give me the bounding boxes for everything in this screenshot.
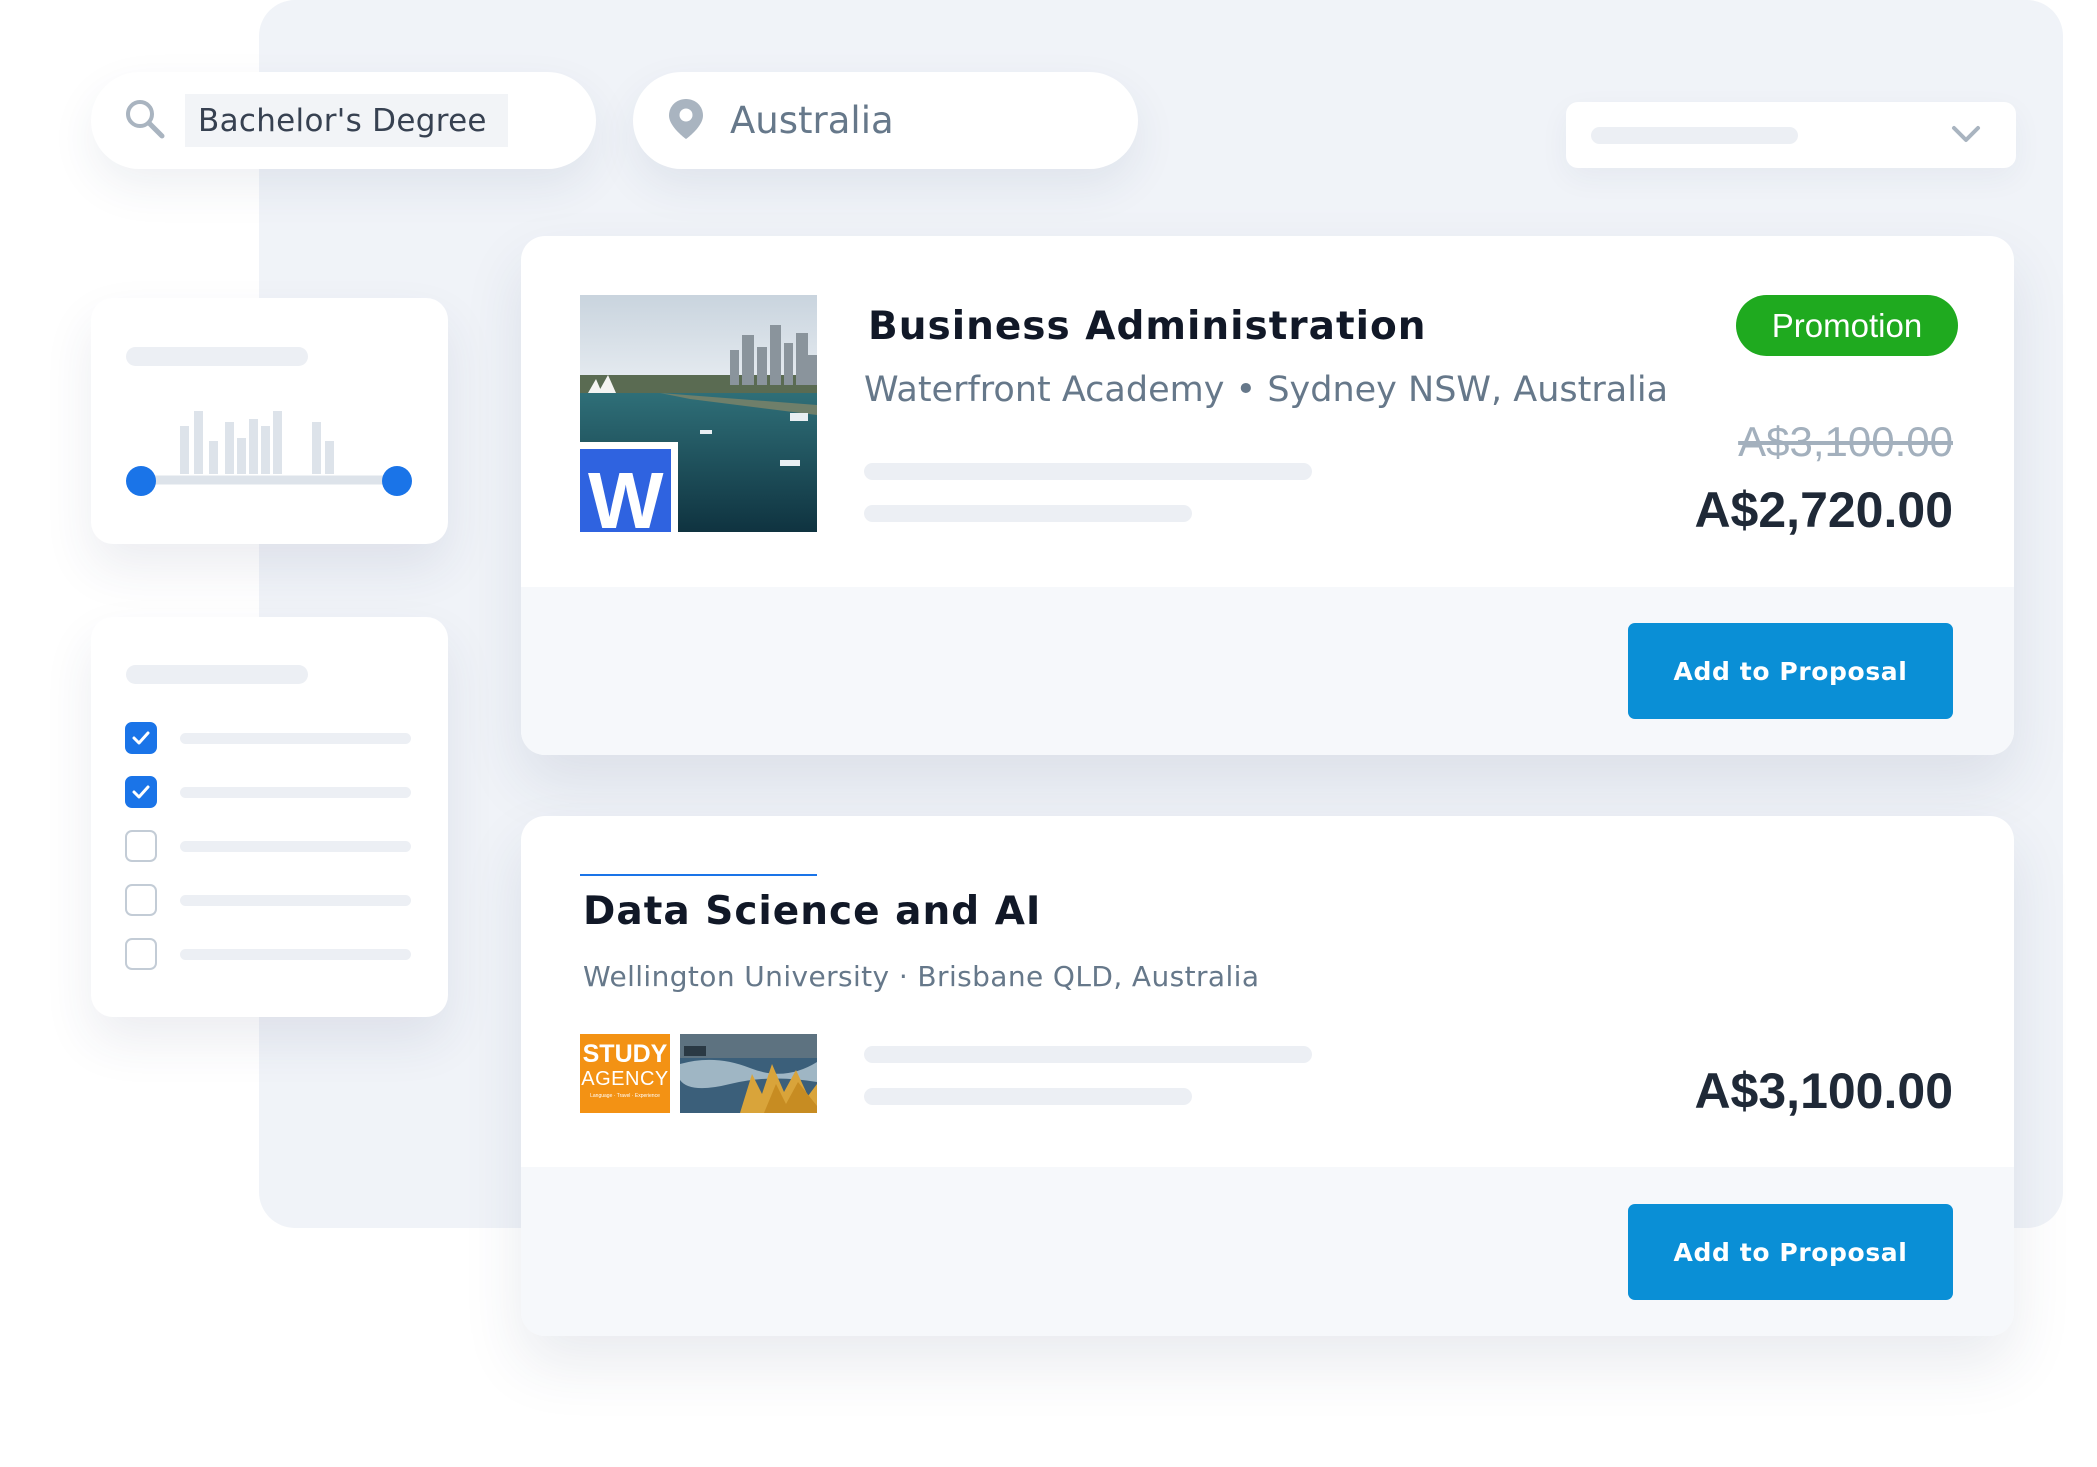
course-card[interactable]: Data Science and AI Wellington Universit… [521,816,2014,1336]
promotion-badge: Promotion [1736,295,1958,356]
option-label-placeholder [180,894,411,906]
original-price: A$3,100.00 [1738,418,1953,465]
checkbox-checked[interactable] [125,776,157,808]
course-subtitle: Wellington University · Brisbane QLD, Au… [583,960,1260,993]
range-min-handle[interactable] [126,466,156,496]
map-pin-icon [667,97,705,145]
range-max-handle[interactable] [382,466,412,496]
price: A$2,720.00 [1694,482,1953,538]
school-logo: W [580,442,678,532]
school-logo: STUDY AGENCY Language · Travel · Experie… [580,1034,670,1113]
card-top-rule [580,874,817,876]
course-photo [680,1034,817,1113]
checkbox-unchecked[interactable] [125,830,157,862]
checkbox-unchecked[interactable] [125,884,157,916]
option-label-placeholder [180,732,411,744]
dropdown-placeholder [1591,127,1798,144]
filter-option[interactable] [125,884,411,916]
location-value: Australia [730,99,894,142]
check-icon [132,731,150,745]
checkbox-unchecked[interactable] [125,938,157,970]
school-logo-line-2: AGENCY [581,1068,669,1090]
description-placeholder [864,1046,1312,1063]
price: A$3,100.00 [1694,1063,1953,1119]
option-label-placeholder [180,840,411,852]
course-title[interactable]: Data Science and AI [583,889,1041,934]
location-field[interactable]: Australia [633,72,1138,169]
option-label-placeholder [180,948,411,960]
filter-option[interactable] [125,830,411,862]
filter-heading-placeholder [126,665,308,684]
search-icon [123,97,167,145]
course-title[interactable]: Business Administration [868,304,1427,349]
school-logo-tagline: Language · Travel · Experience [590,1093,660,1099]
option-label-placeholder [180,786,411,798]
filter-option[interactable] [125,938,411,970]
check-icon [132,785,150,799]
search-query-chip[interactable]: Bachelor's Degree [185,94,508,147]
sort-dropdown[interactable] [1566,102,2016,168]
add-to-proposal-button[interactable]: Add to Proposal [1628,1204,1953,1300]
checkbox-filter [91,617,448,1017]
course-card[interactable]: W Business Administration Waterfront Aca… [521,236,2014,755]
school-logo-line-1: STUDY [582,1040,668,1068]
search-query-text: Bachelor's Degree [198,102,487,139]
filter-option[interactable] [125,776,411,808]
add-to-proposal-button[interactable]: Add to Proposal [1628,623,1953,719]
school-logo-letter: W [588,456,664,533]
range-histogram [136,411,401,485]
filter-option[interactable] [125,722,411,754]
description-placeholder [864,505,1192,522]
course-subtitle: Waterfront Academy • Sydney NSW, Austral… [864,370,1669,410]
price-range-filter [91,298,448,544]
description-placeholder [864,1088,1192,1105]
checkbox-checked[interactable] [125,722,157,754]
search-bar[interactable]: Bachelor's Degree [91,72,596,169]
chevron-down-icon [1950,122,1982,150]
description-placeholder [864,463,1312,480]
